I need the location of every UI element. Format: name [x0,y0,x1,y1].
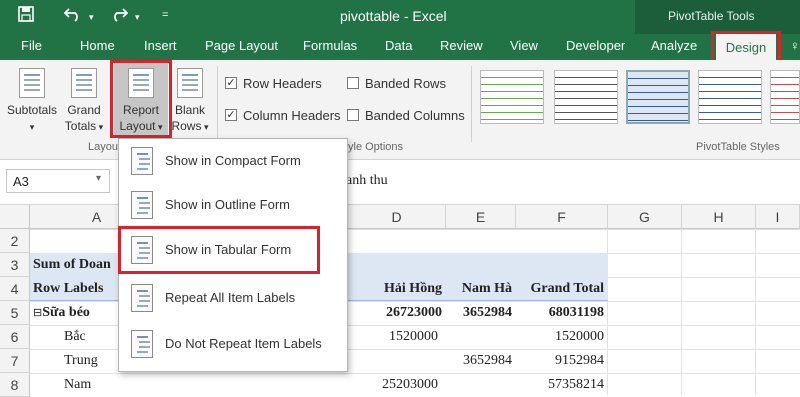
column-header-e[interactable]: E [446,205,516,229]
pivottable-styles-group-label: PivotTable Styles [696,141,780,153]
cell-a5[interactable]: ⊟Sữa béo [33,301,90,325]
row-header-5[interactable]: 5 [0,301,30,325]
pivot-style-dark[interactable] [554,70,618,124]
column-header-h[interactable]: H [682,205,756,229]
undo-icon[interactable] [63,6,82,26]
collapse-icon[interactable]: ⊟ [33,307,42,319]
column-headers-label: Column Headers [243,108,341,123]
subtotals-button[interactable]: Subtotals ▾ [3,102,61,135]
cell-d5[interactable]: 26723000 [348,301,442,325]
cell-d6[interactable]: 1520000 [348,325,438,349]
tab-formulas[interactable]: Formulas [303,38,357,53]
pivot-style-red[interactable] [770,70,800,124]
menu-item-repeat-all-labels[interactable]: Repeat All Item Labels [119,277,347,321]
banded-rows-checkbox[interactable] [347,77,359,89]
cell-f5[interactable]: 68031198 [516,301,604,325]
cell-a7[interactable]: Trung [64,349,98,373]
cell-a3[interactable]: Sum of Doan [33,253,111,277]
column-header-d[interactable]: D [348,205,446,229]
menu-item-outline-form[interactable]: Show in Outline Form [119,184,347,228]
cell-e4[interactable]: Nam Hà [446,277,512,301]
tabular-form-highlight [118,226,320,274]
menu-item-label: Show in Compact Form [165,153,301,168]
tab-data[interactable]: Data [385,38,412,53]
tell-me-icon[interactable]: ♀ [790,38,800,53]
grid-line [755,229,756,395]
row-header-8[interactable]: 8 [0,373,30,397]
tab-analyze[interactable]: Analyze [651,38,697,53]
name-box[interactable]: A3 [6,169,110,193]
do-not-repeat-labels-icon [131,330,153,358]
pivot-style-blue[interactable] [698,70,762,124]
name-box-dropdown-icon[interactable]: ▾ [96,173,101,184]
tab-home[interactable]: Home [80,38,115,53]
blank-rows-icon[interactable] [177,68,203,98]
menu-item-label: Show in Outline Form [165,197,290,212]
grand-totals-icon[interactable] [71,68,97,98]
layout-group-label: Layou [88,141,118,153]
redo-dropdown-icon[interactable]: ▾ [135,12,140,23]
grid-line [681,229,682,395]
tab-review[interactable]: Review [440,38,483,53]
ribbon-separator [471,66,472,142]
banded-rows-label: Banded Rows [365,76,446,91]
contextual-group-label: PivotTable Tools [668,9,755,23]
cell-e7[interactable]: 3652984 [446,349,512,373]
undo-dropdown-icon[interactable]: ▾ [89,12,94,23]
tab-developer[interactable]: Developer [566,38,625,53]
pivot-style-green[interactable] [480,70,544,124]
menu-item-label: Do Not Repeat Item Labels [165,336,322,351]
cell-f7[interactable]: 9152984 [516,349,604,373]
banded-columns-checkbox[interactable] [347,109,359,121]
column-headers-checkbox[interactable]: ✓ [225,109,237,121]
column-header-f[interactable]: F [516,205,608,229]
row-headers-label: Row Headers [243,76,322,91]
tab-insert[interactable]: Insert [144,38,177,53]
cell-a6[interactable]: Bắc [64,325,86,349]
cell-e5[interactable]: 3652984 [446,301,512,325]
report-layout-highlight [110,60,172,138]
ribbon-separator [217,66,218,142]
formula-input[interactable]: anh thu [346,173,388,189]
window-title: pivottable - Excel [340,8,447,24]
row-headers-checkbox[interactable]: ✓ [225,77,237,89]
subtotals-icon[interactable] [19,68,45,98]
row-header-2[interactable]: 2 [0,229,30,253]
compact-form-icon [131,147,153,175]
row-header-6[interactable]: 6 [0,325,30,349]
cell-d8[interactable]: 25203000 [348,373,438,397]
tab-file[interactable]: File [21,38,42,53]
tab-page-layout[interactable]: Page Layout [205,38,278,53]
menu-item-label: Repeat All Item Labels [165,290,296,305]
cell-a4[interactable]: Row Labels [33,277,103,301]
pivot-style-selected[interactable] [626,70,690,124]
row-header-3[interactable]: 3 [0,253,30,277]
cell-f6[interactable]: 1520000 [516,325,604,349]
repeat-labels-icon [131,284,153,312]
cell-f8[interactable]: 57358214 [516,373,604,397]
column-header-g[interactable]: G [608,205,682,229]
tab-view[interactable]: View [510,38,538,53]
save-icon[interactable] [18,6,34,26]
menu-item-compact-form[interactable]: Show in Compact Form [119,140,347,184]
banded-columns-label: Banded Columns [365,108,465,123]
outline-form-icon [131,191,153,219]
cell-a8[interactable]: Nam [64,373,91,397]
menu-item-do-not-repeat-labels[interactable]: Do Not Repeat Item Labels [119,323,347,367]
customize-qat-icon[interactable]: = [162,9,168,21]
row-header-4[interactable]: 4 [0,277,30,301]
select-all-corner[interactable] [0,205,30,229]
grand-totals-button[interactable]: Grand Totals ▾ [60,102,108,135]
column-header-i[interactable]: I [756,205,800,229]
style-options-group-label: yle Options [348,141,404,153]
row-header-7[interactable]: 7 [0,349,30,373]
blank-rows-button[interactable]: Blank Rows ▾ [168,102,212,135]
cell-d4[interactable]: Hải Hồng [348,277,442,301]
cell-f4[interactable]: Grand Total [516,277,604,301]
redo-icon[interactable] [110,6,129,26]
